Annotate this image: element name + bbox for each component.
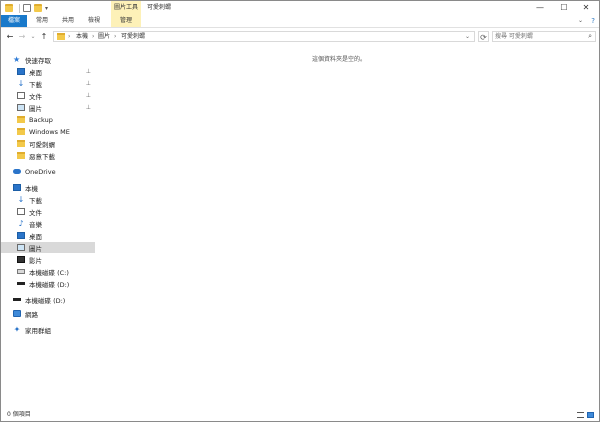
search-input[interactable] [495,32,581,41]
sidebar-item-label: 可愛刺蝟 [29,140,55,149]
folder-icon [5,4,13,12]
navigation-bar: ← → ⌄ ↑ › 本機 › 圖片 › 可愛刺蝟 ⌄ ⟳ ⌕ [1,29,599,45]
sidebar-item-label: 圖片 [29,244,42,253]
homegroup-icon: ✦ [13,325,21,334]
search-icon[interactable]: ⌕ [588,32,592,41]
sidebar-item-label: OneDrive [25,167,56,176]
sidebar-item-label: 下載 [29,196,42,205]
film-icon [17,256,25,263]
help-button[interactable]: ? [591,15,595,27]
sidebar-item-label: 音樂 [29,220,42,229]
sidebar-item-label: 快速存取 [25,56,51,65]
network-icon [13,310,21,317]
recent-locations-button[interactable]: ⌄ [28,31,38,43]
new-folder-icon[interactable] [34,4,42,12]
close-button[interactable]: ✕ [575,1,597,15]
document-icon [17,208,25,215]
details-view-icon[interactable] [577,412,584,418]
toolbar-separator [19,3,20,13]
item-count: 0 個項目 [7,411,31,418]
sidebar-item-this-pc[interactable]: 本機 [1,182,91,193]
status-bar: 0 個項目 [1,409,599,421]
sidebar-item-quick-access[interactable]: ★ 快速存取 [1,54,91,65]
picture-icon [17,104,25,111]
sidebar-item-label: 桌面 [29,68,42,77]
tab-view[interactable]: 檢視 [83,15,105,27]
computer-icon [13,184,21,191]
ribbon-tabs: 檔案 常用 共用 檢視 管理 ⌄ ? [1,15,599,28]
folder-icon [57,33,65,40]
minimize-button[interactable]: — [529,1,551,15]
disc-drive-icon [17,282,25,285]
sidebar-item-label: 家用群組 [25,326,51,335]
tab-manage[interactable]: 管理 [111,15,141,27]
sidebar-item-onedrive[interactable]: OneDrive [1,166,91,177]
empty-folder-message: 這個資料夾是空的。 [311,56,366,63]
large-icons-view-icon[interactable] [587,412,594,418]
desktop-icon [17,232,25,239]
folder-icon [17,128,25,135]
sidebar-item-label: 惡意下載 [29,152,55,161]
search-box[interactable]: ⌕ [492,31,596,42]
sidebar-item-removable-d[interactable]: 本機磁碟 (D:) [1,294,91,305]
address-dropdown-button[interactable]: ⌄ [465,32,470,42]
sidebar-item-network[interactable]: 網路 [1,308,91,319]
sidebar-item-label: 本機磁碟 (C:) [29,268,69,277]
file-list-pane[interactable]: 這個資料夾是空的。 [79,49,599,407]
sidebar-item-label: Backup [29,115,53,124]
customize-toolbar-dropdown[interactable]: ▾ [45,5,48,12]
tab-share[interactable]: 共用 [57,15,79,27]
explorer-window: ▾ 圖片工具 可愛刺蝟 — ☐ ✕ 檔案 常用 共用 檢視 管理 ⌄ ? ← →… [0,0,600,422]
desktop-icon [17,68,25,75]
breadcrumb-current-folder[interactable]: 可愛刺蝟 [121,32,145,42]
sidebar-item-label: 本機磁碟 (D:) [25,296,66,305]
breadcrumb-pictures[interactable]: 圖片 [98,32,110,42]
download-arrow-icon: ↓ [17,195,25,204]
tab-home[interactable]: 常用 [31,15,53,27]
quick-access-toolbar: ▾ [5,3,48,13]
expand-ribbon-button[interactable]: ⌄ [578,15,583,27]
properties-icon[interactable] [23,4,31,12]
back-button[interactable]: ← [5,31,15,43]
sidebar-item-label: 下載 [29,80,42,89]
forward-button[interactable]: → [17,31,27,43]
download-arrow-icon: ↓ [17,79,25,88]
maximize-button[interactable]: ☐ [553,1,575,15]
sidebar-item-label: 本機磁碟 (D:) [29,280,70,289]
breadcrumb-this-pc[interactable]: 本機 [76,32,88,42]
contextual-tab-picture-tools: 圖片工具 [111,1,141,15]
breadcrumb-separator[interactable]: › [92,32,94,42]
refresh-button[interactable]: ⟳ [478,31,489,42]
breadcrumb-separator[interactable]: › [114,32,116,42]
document-icon [17,92,25,99]
sidebar-item-label: 網路 [25,310,38,319]
sidebar-item-label: 文件 [29,92,42,101]
sidebar-item-label: Windows ME [29,127,70,136]
sidebar-item-label: 文件 [29,208,42,217]
star-icon: ★ [13,54,21,64]
sidebar-item-label: 桌面 [29,232,42,241]
sidebar-item-label: 本機 [25,184,38,193]
folder-icon [17,152,25,159]
breadcrumb-separator[interactable]: › [68,32,70,42]
tab-file[interactable]: 檔案 [1,15,27,27]
navigation-pane: ★ 快速存取 桌面 ⊥ ↓ 下載 ⊥ 文件 ⊥ 圖片 ⊥ Backup Wind… [1,49,95,407]
sidebar-item-label: 影片 [29,256,42,265]
title-bar: ▾ 圖片工具 可愛刺蝟 — ☐ ✕ [1,1,599,15]
disc-drive-icon [13,298,21,301]
picture-icon [17,244,25,251]
folder-icon [17,140,25,147]
sidebar-item-label: 圖片 [29,104,42,113]
window-title: 可愛刺蝟 [147,4,172,11]
address-bar[interactable]: › 本機 › 圖片 › 可愛刺蝟 ⌄ [53,31,475,42]
folder-icon [17,116,25,123]
music-note-icon: ♪ [18,219,24,228]
up-button[interactable]: ↑ [39,31,49,43]
sidebar-item-homegroup[interactable]: ✦ 家用群組 [1,324,91,335]
hard-drive-icon [17,269,25,274]
cloud-icon [13,169,21,174]
